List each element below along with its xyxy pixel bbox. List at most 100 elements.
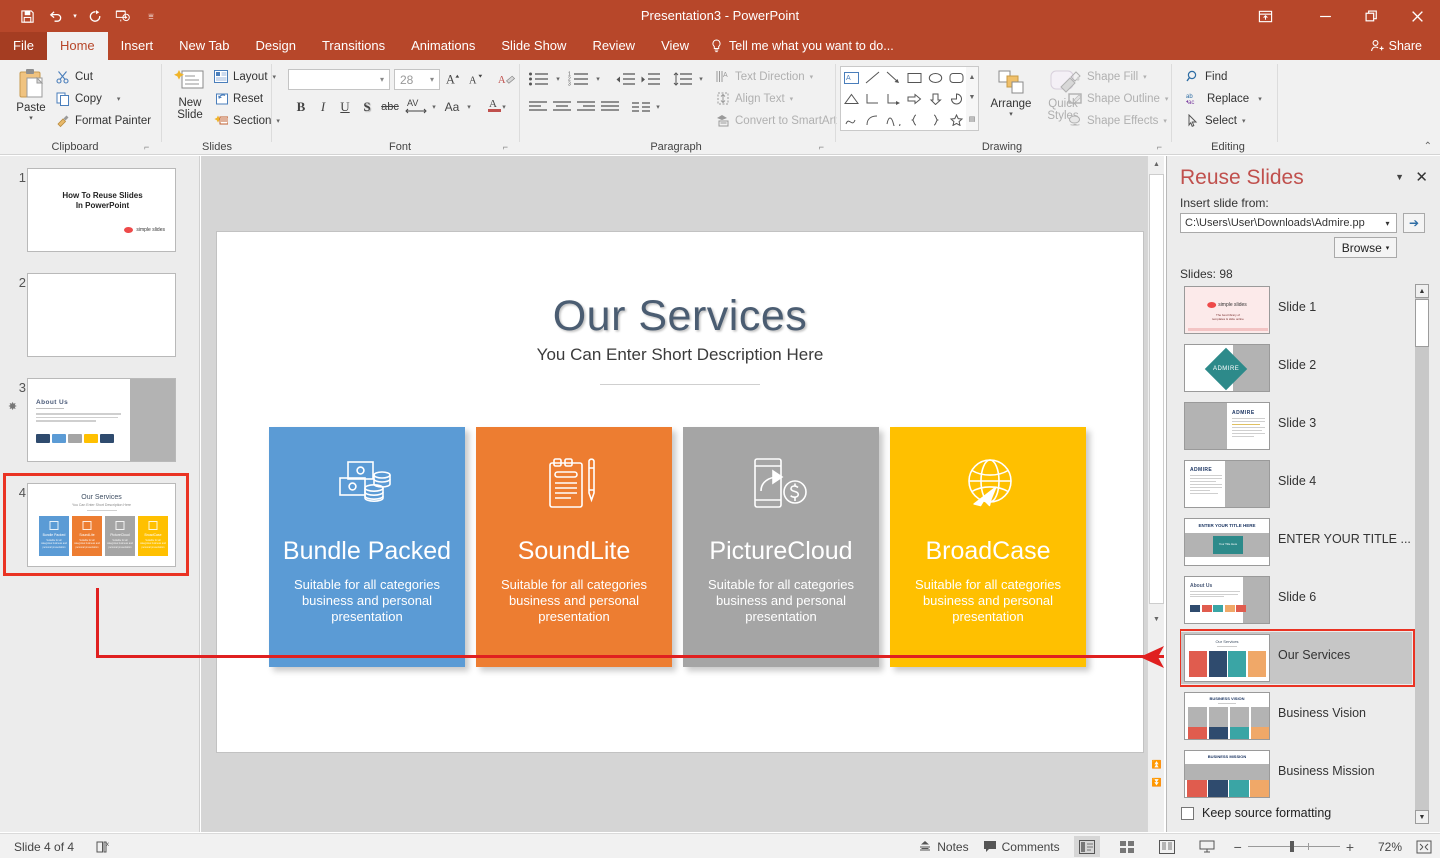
slide-subtitle[interactable]: You Can Enter Short Description Here (217, 345, 1143, 365)
font-dialog-launcher[interactable]: ⌐ (503, 142, 508, 152)
shape-pie[interactable] (946, 88, 967, 109)
underline-button[interactable]: U (334, 96, 356, 118)
reset-button[interactable]: Reset (214, 92, 263, 105)
service-card-soundlite[interactable]: SoundLite Suitable for all categories bu… (476, 427, 672, 667)
fit-to-window-icon[interactable] (1416, 840, 1432, 854)
font-name-dropdown-icon[interactable]: ▾ (375, 75, 389, 84)
previous-slide-button[interactable]: ⏫ (1148, 756, 1165, 772)
layout-dropdown-icon[interactable]: ▾ (273, 73, 277, 81)
shapes-gallery[interactable]: A (840, 66, 968, 131)
shape-down-arrow[interactable] (925, 88, 946, 109)
tell-me-search[interactable]: Tell me what you want to do... (710, 32, 894, 60)
character-spacing-button[interactable]: AV (404, 94, 428, 116)
reuse-list-item-5[interactable]: ENTER YOUR TITLE HERE Your Title Here EN… (1180, 516, 1412, 568)
bullets-button[interactable] (526, 68, 552, 90)
cut-button[interactable]: Cut (56, 70, 93, 84)
reuse-scroll-down-icon[interactable]: ▼ (1415, 810, 1429, 824)
shape-textbox[interactable]: A (841, 67, 862, 88)
browse-dropdown-icon[interactable]: ▾ (1386, 244, 1390, 252)
bullets-dropdown-icon[interactable]: ▾ (553, 68, 563, 90)
reuse-list-scrollbar[interactable]: ▲ ▼ (1415, 284, 1429, 824)
shape-arrow[interactable] (883, 67, 904, 88)
scroll-up-icon[interactable]: ▲ (1148, 156, 1165, 173)
text-direction-button[interactable]: A Text Direction ▾ (716, 70, 813, 83)
zoom-slider[interactable]: − + (1234, 839, 1354, 855)
replace-button[interactable]: ab ac Replace ▾ (1186, 92, 1262, 105)
paragraph-dialog-launcher[interactable]: ⌐ (819, 142, 824, 152)
share-button[interactable]: Share (1362, 35, 1430, 57)
new-slide-button[interactable]: New Slide (168, 68, 212, 121)
reuse-list-item-our-services[interactable]: Our Services Our Services (1180, 632, 1412, 684)
zoom-track[interactable] (1247, 841, 1340, 852)
font-name-input[interactable]: ▾ (288, 69, 390, 90)
paste-dropdown-icon[interactable]: ▾ (29, 114, 33, 122)
strikethrough-button[interactable]: abc (377, 96, 403, 118)
character-spacing-dropdown-icon[interactable]: ▾ (429, 96, 439, 118)
shape-fill-dropdown-icon[interactable]: ▾ (1143, 73, 1147, 81)
reuse-slides-pane[interactable]: Reuse Slides ▼ ✕ Insert slide from: C:\U… (1166, 156, 1440, 832)
save-icon[interactable] (14, 3, 40, 29)
shapes-more-icon[interactable]: ▤ (969, 115, 976, 123)
shape-effects-dropdown-icon[interactable]: ▾ (1163, 117, 1167, 125)
undo-dropdown-icon[interactable]: ▾ (70, 3, 80, 29)
reuse-scrollbar-thumb[interactable] (1415, 299, 1429, 347)
tab-file[interactable]: File (0, 32, 47, 60)
scrollbar-thumb[interactable] (1149, 174, 1164, 604)
shape-star[interactable] (946, 109, 967, 130)
font-size-dropdown-icon[interactable]: ▾ (425, 75, 439, 84)
normal-view-icon[interactable] (1073, 836, 1100, 857)
redo-icon[interactable] (82, 3, 108, 29)
slide-thumbnail-pane[interactable]: 1 How To Reuse Slides In PowerPoint simp… (0, 156, 200, 832)
line-spacing-button[interactable] (671, 68, 695, 90)
shape-rounded-rectangle[interactable] (946, 67, 967, 88)
select-dropdown-icon[interactable]: ▾ (1242, 117, 1246, 125)
reuse-list-item-4[interactable]: ADMIRE Slide 4 (1180, 458, 1412, 510)
browse-button[interactable]: Browse ▾ (1334, 237, 1397, 258)
shape-elbow-connector[interactable] (862, 88, 883, 109)
decrease-font-size-button[interactable]: A (466, 68, 488, 90)
ribbon-display-options-icon[interactable] (1250, 0, 1280, 32)
clear-formatting-button[interactable]: A (495, 68, 517, 90)
align-center-button[interactable] (550, 96, 574, 118)
replace-dropdown-icon[interactable]: ▾ (1258, 95, 1262, 103)
shapes-gallery-scroll[interactable]: ▲ ▼ ▤ (966, 66, 979, 131)
numbering-button[interactable]: 123 (566, 68, 592, 90)
keep-source-formatting-checkbox[interactable] (1181, 806, 1194, 820)
align-left-button[interactable] (526, 96, 550, 118)
bold-button[interactable]: B (290, 96, 312, 118)
collapse-ribbon-button[interactable]: ⌃ (1424, 141, 1432, 152)
copy-button[interactable]: Copy ▾ (56, 92, 120, 106)
start-slideshow-icon[interactable] (110, 3, 136, 29)
service-card-broadcase[interactable]: BroadCase Suitable for all categories bu… (890, 427, 1086, 667)
reuse-list-item-6[interactable]: About Us Slide 6 (1180, 574, 1412, 626)
numbering-dropdown-icon[interactable]: ▾ (593, 68, 603, 90)
notes-button[interactable]: Notes (918, 840, 969, 854)
tab-slide-show[interactable]: Slide Show (488, 32, 579, 60)
customize-qat-icon[interactable]: ⩸ (138, 3, 164, 29)
section-button[interactable]: Section ▾ (214, 114, 280, 127)
restore-icon[interactable] (1348, 0, 1394, 32)
tab-view[interactable]: View (648, 32, 702, 60)
tab-design[interactable]: Design (243, 32, 309, 60)
font-color-dropdown-icon[interactable]: ▾ (499, 96, 509, 118)
zoom-in-button[interactable]: + (1346, 839, 1354, 855)
slide-source-path-input[interactable]: C:\Users\User\Downloads\Admire.pp ▾ (1180, 213, 1397, 233)
reading-view-icon[interactable] (1154, 836, 1180, 857)
tab-review[interactable]: Review (579, 32, 648, 60)
tab-new-tab[interactable]: New Tab (166, 32, 242, 60)
select-button[interactable]: Select ▾ (1186, 114, 1245, 127)
reuse-list-item-business-mission[interactable]: BUSINESS MISSION Business Mission (1180, 748, 1412, 800)
clipboard-dialog-launcher[interactable]: ⌐ (144, 142, 149, 152)
tab-insert[interactable]: Insert (108, 32, 167, 60)
reuse-scroll-up-icon[interactable]: ▲ (1415, 284, 1429, 298)
convert-to-smartart-button[interactable]: Convert to SmartArt ▾ (716, 114, 845, 127)
shape-curve[interactable] (862, 109, 883, 130)
justify-button[interactable] (598, 96, 622, 118)
arrange-button[interactable]: Arrange ▾ (984, 68, 1038, 118)
align-text-dropdown-icon[interactable]: ▾ (790, 95, 794, 103)
arrange-dropdown-icon[interactable]: ▾ (1009, 110, 1013, 118)
shapes-scroll-up-icon[interactable]: ▲ (969, 74, 976, 81)
chevron-down-icon[interactable]: ▾ (1379, 219, 1396, 228)
find-button[interactable]: Find (1186, 70, 1227, 83)
shape-rectangle[interactable] (904, 67, 925, 88)
